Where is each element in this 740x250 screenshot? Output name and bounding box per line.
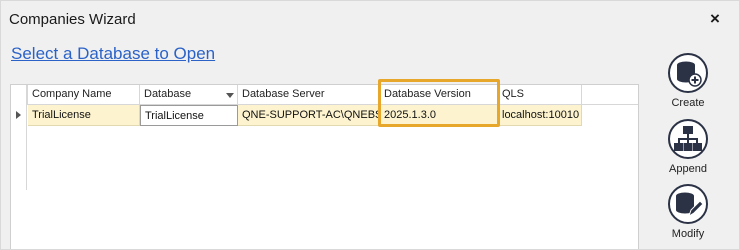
filter-dropdown-icon[interactable]	[226, 93, 234, 98]
select-database-link[interactable]: Select a Database to Open	[11, 44, 215, 64]
window-title: Companies Wizard	[9, 11, 136, 28]
column-header-database-label: Database	[144, 88, 192, 100]
title-bar: Companies Wizard ×	[1, 1, 739, 39]
create-button[interactable]: Create	[649, 53, 729, 115]
cell-database-server[interactable]: QNE-SUPPORT-AC\QNEBSS	[238, 105, 380, 126]
close-icon[interactable]: ×	[706, 10, 724, 28]
column-header-database-version[interactable]: Database Version	[380, 85, 498, 105]
database-create-icon	[668, 53, 708, 93]
modify-label: Modify	[671, 228, 705, 240]
grid-header: Company Name Database Database Server Da…	[11, 85, 638, 105]
edit-modify-icon	[668, 184, 708, 224]
cell-database[interactable]: TrialLicense	[140, 105, 238, 126]
column-header-company-name[interactable]: Company Name	[28, 85, 140, 105]
column-header-database-server[interactable]: Database Server	[238, 85, 380, 105]
column-header-database[interactable]: Database	[140, 85, 238, 105]
modify-button[interactable]: Modify	[649, 184, 729, 246]
action-sidebar: Create Append Modify	[649, 41, 729, 249]
network-append-icon	[668, 119, 708, 159]
cell-qls[interactable]: localhost:10010	[498, 105, 582, 126]
companies-wizard-window: Companies Wizard × Select a Database to …	[0, 0, 740, 250]
column-header-qls[interactable]: QLS	[498, 85, 582, 105]
row-indicator-column	[11, 85, 27, 190]
cell-database-version[interactable]: 2025.1.3.0	[380, 105, 498, 126]
append-button[interactable]: Append	[649, 119, 729, 181]
cell-company-name[interactable]: TrialLicense	[28, 105, 140, 126]
companies-grid[interactable]: Company Name Database Database Server Da…	[10, 84, 639, 249]
append-label: Append	[669, 163, 707, 175]
create-label: Create	[671, 97, 705, 109]
current-row-arrow-icon	[16, 111, 21, 119]
